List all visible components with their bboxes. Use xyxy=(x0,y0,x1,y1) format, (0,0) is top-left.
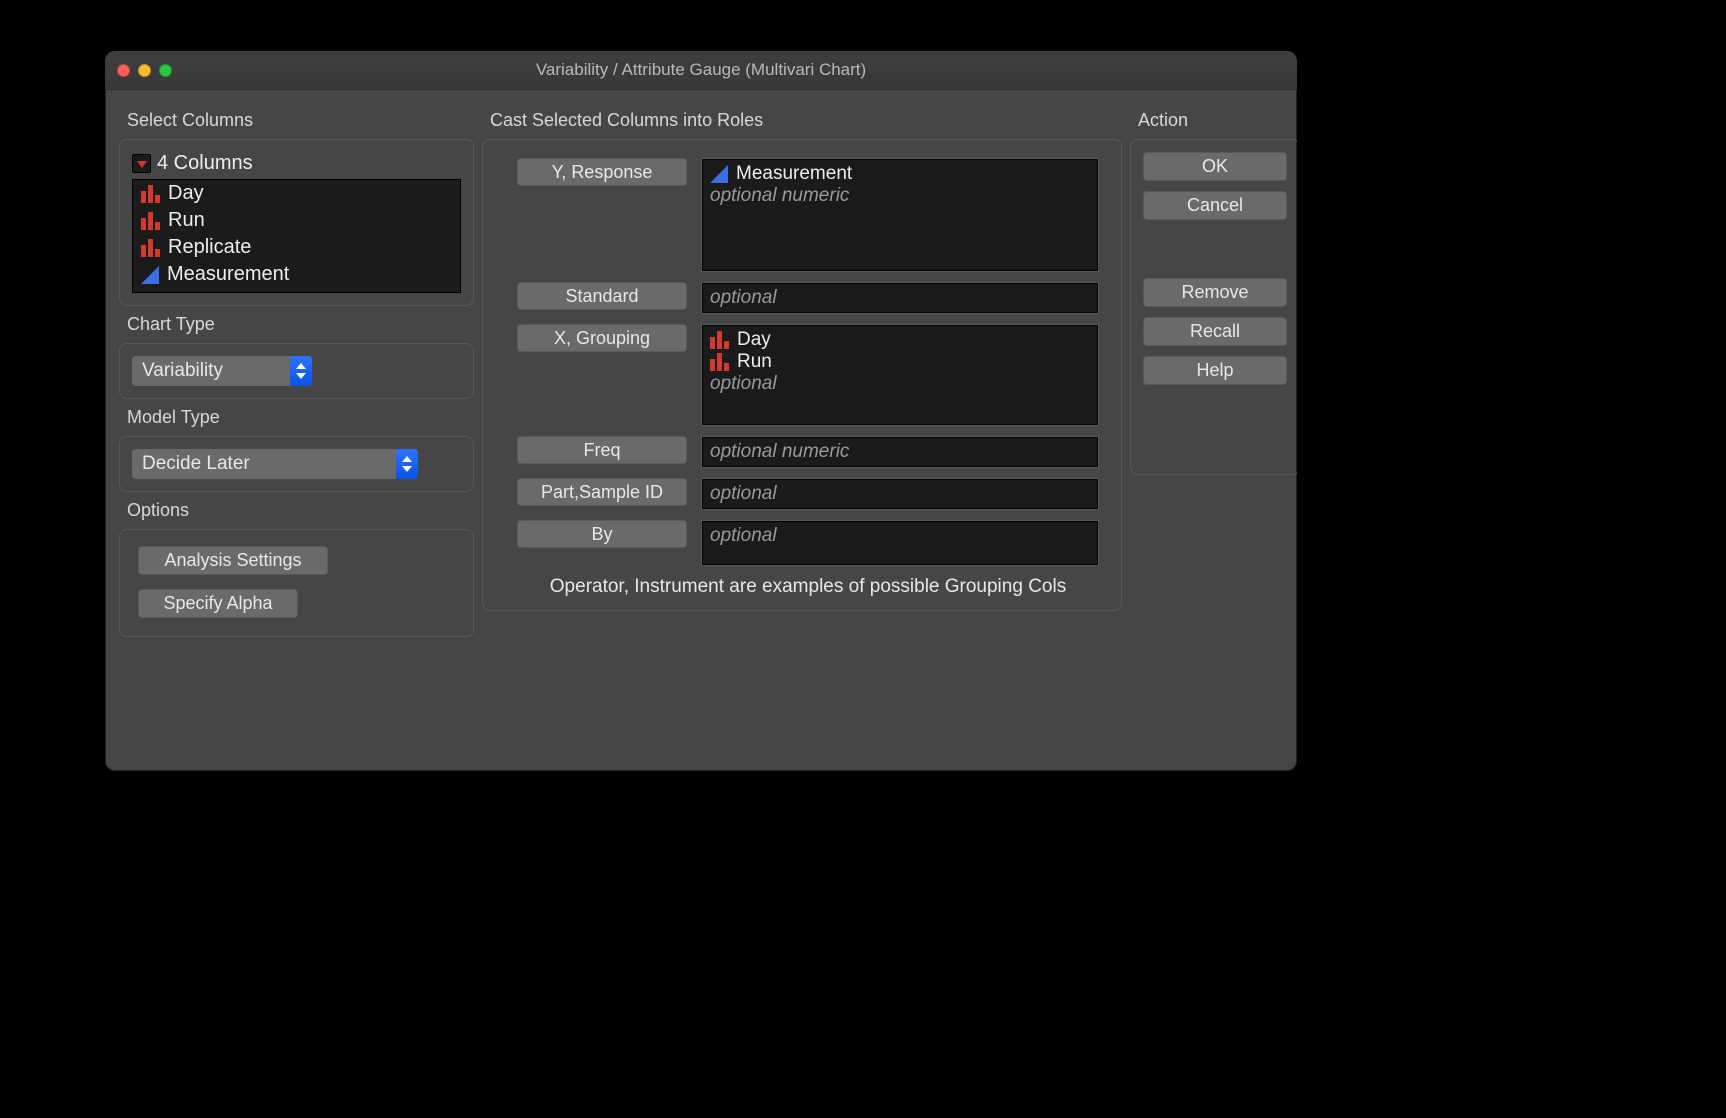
continuous-icon xyxy=(710,165,728,183)
select-stepper-icon xyxy=(290,356,312,386)
role-entry[interactable]: Run xyxy=(710,351,1090,373)
window-close-button[interactable] xyxy=(117,64,130,77)
role-placeholder: optional xyxy=(710,287,777,308)
column-item[interactable]: Day xyxy=(133,180,460,207)
specify-alpha-button[interactable]: Specify Alpha xyxy=(138,589,298,618)
freq-box[interactable]: optional numeric xyxy=(701,436,1099,468)
cancel-button[interactable]: Cancel xyxy=(1143,191,1287,220)
select-stepper-icon xyxy=(396,449,418,479)
column-item[interactable]: Measurement xyxy=(133,261,460,288)
column-item-label: Measurement xyxy=(167,263,289,286)
standard-button[interactable]: Standard xyxy=(517,282,687,310)
chart-type-value: Variability xyxy=(132,360,290,382)
options-panel: Analysis Settings Specify Alpha xyxy=(119,529,474,637)
model-type-panel: Decide Later xyxy=(119,436,474,492)
role-entry[interactable]: Day xyxy=(710,329,1090,351)
chart-type-select[interactable]: Variability xyxy=(132,356,312,386)
role-entry-label: Measurement xyxy=(736,163,852,185)
model-type-select[interactable]: Decide Later xyxy=(132,449,418,479)
dialog-window: Variability / Attribute Gauge (Multivari… xyxy=(105,51,1297,771)
window-zoom-button[interactable] xyxy=(159,64,172,77)
x-grouping-button[interactable]: X, Grouping xyxy=(517,324,687,352)
cast-note: Operator, Instrument are examples of pos… xyxy=(517,576,1099,598)
y-response-box[interactable]: Measurement optional numeric xyxy=(701,158,1099,272)
chart-type-title: Chart Type xyxy=(127,314,474,335)
by-box[interactable]: optional xyxy=(701,520,1099,566)
recall-button[interactable]: Recall xyxy=(1143,317,1287,346)
column-item-label: Run xyxy=(168,209,205,232)
analysis-settings-button[interactable]: Analysis Settings xyxy=(138,546,328,575)
cast-panel: Y, Response Measurement optional numeric… xyxy=(482,139,1122,611)
by-button[interactable]: By xyxy=(517,520,687,548)
role-entry-label: Day xyxy=(737,329,771,351)
ok-button[interactable]: OK xyxy=(1143,152,1287,181)
role-placeholder: optional xyxy=(710,483,777,504)
role-placeholder: optional xyxy=(710,525,777,546)
part-sample-id-box[interactable]: optional xyxy=(701,478,1099,510)
action-panel: OK Cancel Remove Recall Help xyxy=(1130,139,1297,475)
column-item-label: Day xyxy=(168,182,204,205)
select-columns-title: Select Columns xyxy=(127,110,474,131)
column-count-row[interactable]: 4 Columns xyxy=(132,152,461,175)
role-placeholder: optional xyxy=(710,373,1090,395)
column-item[interactable]: Replicate xyxy=(133,234,460,261)
role-placeholder: optional numeric xyxy=(710,185,1090,207)
model-type-value: Decide Later xyxy=(132,453,396,475)
window-minimize-button[interactable] xyxy=(138,64,151,77)
chart-type-panel: Variability xyxy=(119,343,474,399)
role-entry-label: Run xyxy=(737,351,772,373)
options-title: Options xyxy=(127,500,474,521)
freq-button[interactable]: Freq xyxy=(517,436,687,464)
help-button[interactable]: Help xyxy=(1143,356,1287,385)
part-sample-id-button[interactable]: Part,Sample ID xyxy=(517,478,687,506)
role-placeholder: optional numeric xyxy=(710,441,849,462)
window-title: Variability / Attribute Gauge (Multivari… xyxy=(105,60,1297,80)
nominal-icon xyxy=(141,212,160,230)
select-columns-panel: 4 Columns Day Run Replicate xyxy=(119,139,474,306)
cast-title: Cast Selected Columns into Roles xyxy=(490,110,1122,131)
column-item[interactable]: Run xyxy=(133,207,460,234)
y-response-button[interactable]: Y, Response xyxy=(517,158,687,186)
nominal-icon xyxy=(710,353,729,371)
x-grouping-box[interactable]: Day Run optional xyxy=(701,324,1099,426)
nominal-icon xyxy=(141,239,160,257)
disclose-icon[interactable] xyxy=(132,154,151,173)
action-title: Action xyxy=(1138,110,1297,131)
titlebar: Variability / Attribute Gauge (Multivari… xyxy=(105,51,1297,90)
model-type-title: Model Type xyxy=(127,407,474,428)
continuous-icon xyxy=(141,266,159,284)
column-count-label: 4 Columns xyxy=(157,152,253,175)
column-item-label: Replicate xyxy=(168,236,251,259)
remove-button[interactable]: Remove xyxy=(1143,278,1287,307)
column-list[interactable]: Day Run Replicate Measurement xyxy=(132,179,461,293)
nominal-icon xyxy=(710,331,729,349)
nominal-icon xyxy=(141,185,160,203)
role-entry[interactable]: Measurement xyxy=(710,163,1090,185)
standard-box[interactable]: optional xyxy=(701,282,1099,314)
